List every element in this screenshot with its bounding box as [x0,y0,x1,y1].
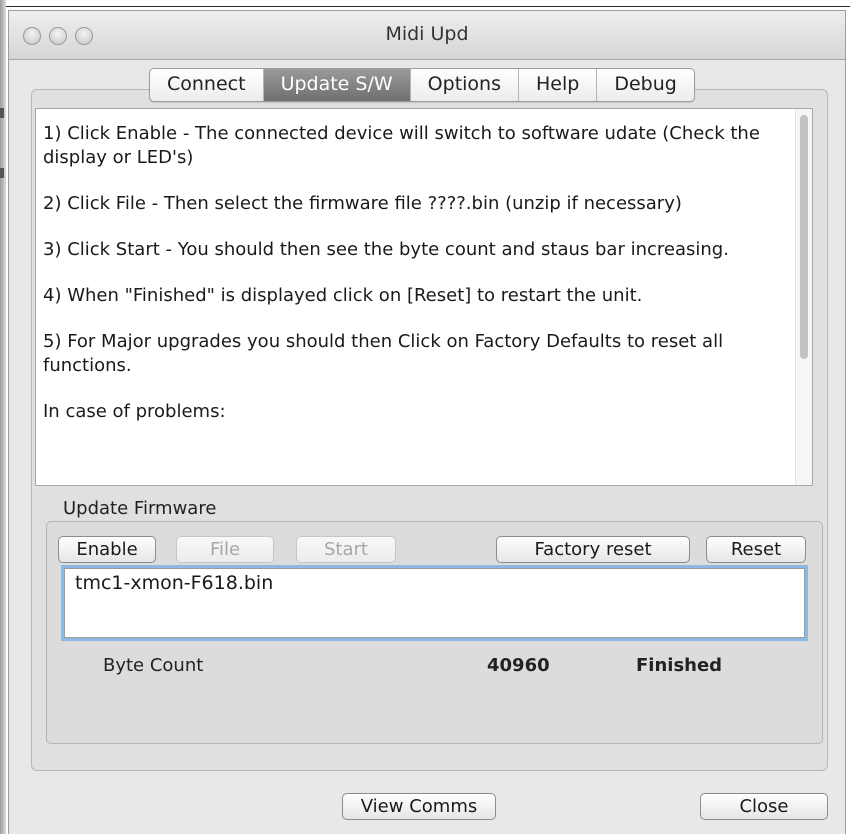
edge-marker [0,168,4,178]
view-comms-button[interactable]: View Comms [342,793,496,820]
update-status: Finished [636,655,723,676]
tab-debug[interactable]: Debug [597,69,693,101]
scrollbar-thumb[interactable] [800,115,808,359]
start-button[interactable]: Start [296,536,396,563]
tab-bar: Connect Update S/W Options Help Debug [149,68,695,102]
instructions-textarea[interactable]: 1) Click Enable - The connected device w… [35,108,813,486]
background-window-edge [0,0,6,834]
edge-marker [0,108,4,118]
screen-top-border [0,6,850,7]
reset-button[interactable]: Reset [706,536,806,563]
instructions-text: 1) Click Enable - The connected device w… [43,122,791,446]
file-button[interactable]: File [176,536,274,563]
byte-count-value: 40960 [487,655,550,676]
update-firmware-group-label: Update Firmware [63,498,217,519]
enable-button[interactable]: Enable [58,536,156,563]
tab-connect[interactable]: Connect [150,69,264,101]
instruction-line: 1) Click Enable - The connected device w… [43,123,766,168]
window-title: Midi Upd [385,23,469,45]
instruction-line: 3) Click Start - You should then see the… [43,239,729,260]
firmware-filename: tmc1-xmon-F618.bin [75,572,274,594]
factory-reset-button[interactable]: Factory reset [496,536,690,563]
firmware-filename-field[interactable]: tmc1-xmon-F618.bin [64,568,805,638]
instruction-line: 2) Click File - Then select the firmware… [43,193,682,214]
byte-count-label: Byte Count [103,655,204,676]
title-bar[interactable]: Midi Upd [9,11,845,60]
tab-help[interactable]: Help [519,69,598,101]
tab-options[interactable]: Options [411,69,519,101]
instruction-line: In case of problems: [43,401,226,422]
instruction-line: 5) For Major upgrades you should then Cl… [43,331,729,376]
vertical-scrollbar[interactable] [795,109,812,485]
close-button[interactable]: Close [700,793,828,820]
instruction-line: 4) When "Finished" is displayed click on… [43,285,643,306]
tab-update-sw[interactable]: Update S/W [263,69,411,101]
